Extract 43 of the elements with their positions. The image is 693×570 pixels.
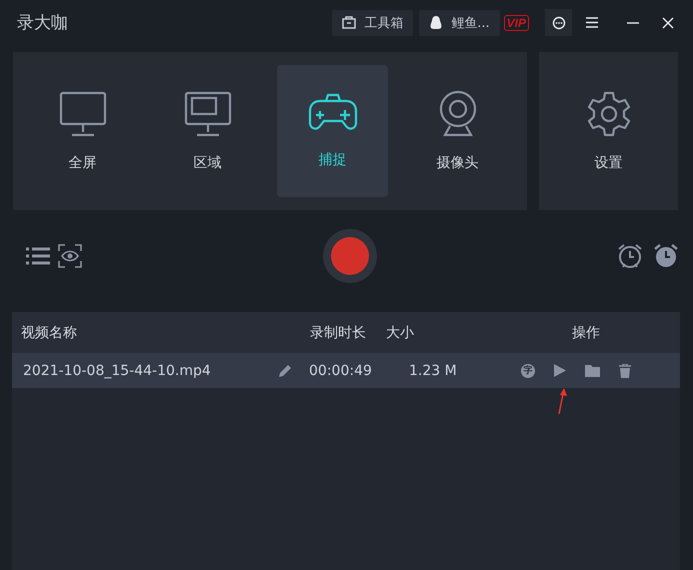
toolbox-button[interactable]: 工具箱 xyxy=(332,10,414,36)
minimize-icon xyxy=(626,22,638,24)
arrow-annotation xyxy=(557,388,567,414)
file-row[interactable]: 2021-10-08_15-44-10.mp4 00:00:49 1.23 M 字 xyxy=(12,353,680,388)
penguin-icon xyxy=(429,14,444,30)
chat-icon xyxy=(552,16,566,30)
column-header: 大小 xyxy=(386,324,415,342)
monitor-icon xyxy=(58,90,106,138)
vip-badge: VIP xyxy=(504,14,529,30)
list-button[interactable] xyxy=(26,246,50,266)
mode-tab[interactable]: 全屏 xyxy=(27,65,138,197)
column-header: 操作 xyxy=(571,324,601,342)
list-icon xyxy=(26,246,50,266)
close-icon xyxy=(662,16,674,28)
chat-button[interactable] xyxy=(545,9,572,36)
toolbox-icon xyxy=(342,16,356,29)
duration-text: 00:00:49 xyxy=(309,362,373,378)
column-header: 视频名称 xyxy=(20,324,78,342)
open-folder-button[interactable] xyxy=(585,364,600,376)
schedule-button[interactable] xyxy=(617,243,643,269)
mode-tab[interactable]: 摄像头 xyxy=(402,65,513,197)
window-title: 录大咖 xyxy=(17,12,69,34)
play-button[interactable] xyxy=(554,364,566,377)
user-button[interactable]: 鲤鱼... xyxy=(419,10,500,36)
trash-icon xyxy=(619,364,631,378)
eye-icon xyxy=(58,244,82,268)
alarm-clock-icon xyxy=(653,243,679,269)
mode-tab[interactable]: 捕捉 xyxy=(277,65,388,197)
column-header: 录制时长 xyxy=(309,324,367,342)
folder-icon xyxy=(585,364,600,376)
preview-button[interactable] xyxy=(58,244,82,268)
monitor-region-icon xyxy=(184,90,232,138)
play-icon xyxy=(554,364,566,377)
alarm-clock-icon xyxy=(617,243,643,269)
delete-button[interactable] xyxy=(619,364,631,378)
timer-button[interactable] xyxy=(653,243,679,269)
file-name: 2021-10-08_15-44-10.mp4 xyxy=(22,362,212,378)
subtitle-icon[interactable]: 字 xyxy=(521,364,535,378)
size-text: 1.23 M xyxy=(409,362,458,378)
menu-icon xyxy=(586,17,598,28)
rename-button[interactable] xyxy=(278,364,292,378)
pencil-icon xyxy=(278,364,292,378)
mode-tab[interactable]: 区域 xyxy=(152,65,263,197)
